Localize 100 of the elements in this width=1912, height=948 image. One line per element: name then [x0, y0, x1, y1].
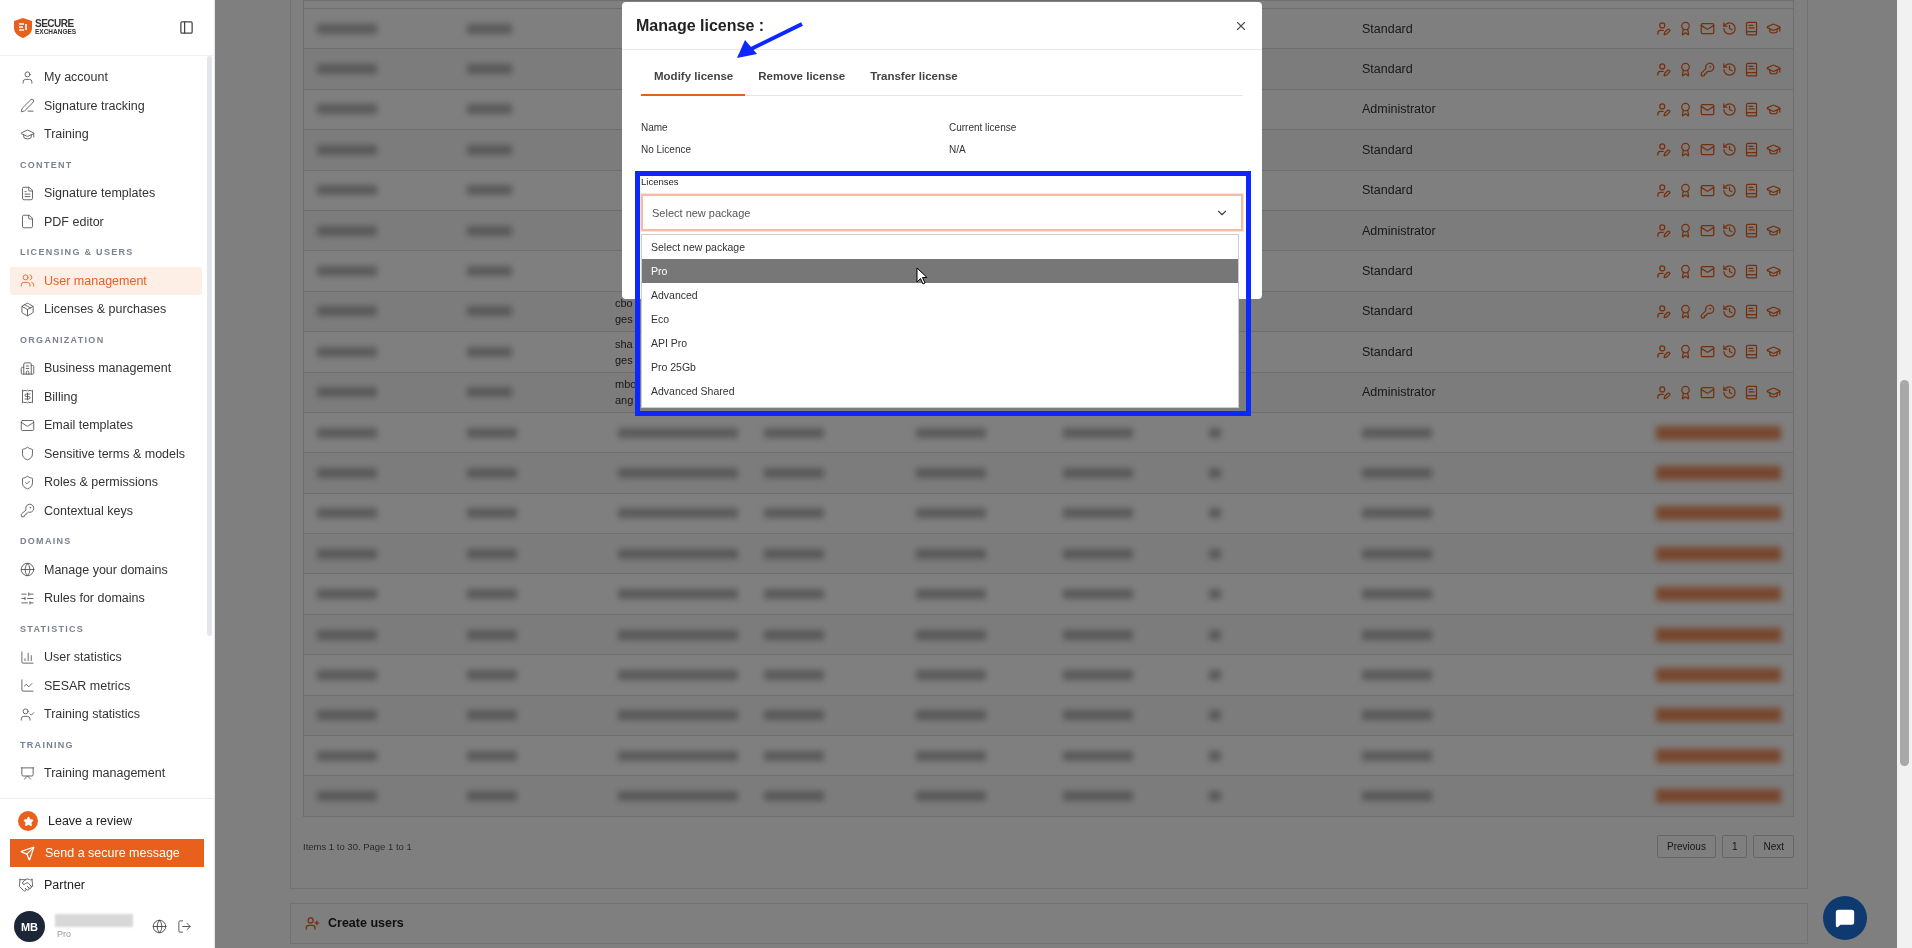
history-icon[interactable] [1722, 61, 1737, 77]
nav-item[interactable]: SESAR metrics [10, 671, 202, 700]
graduation-cap-icon[interactable] [1766, 263, 1781, 279]
nav-item[interactable]: Signature templates [10, 179, 202, 208]
nav-item[interactable]: User statistics [10, 643, 202, 672]
award-icon[interactable] [1678, 142, 1693, 158]
nav-item[interactable]: Signature tracking [10, 91, 202, 120]
mail-icon[interactable] [1700, 223, 1715, 239]
graduation-cap-icon[interactable] [1766, 303, 1781, 319]
mail-icon[interactable] [1700, 384, 1715, 400]
user-edit-icon[interactable] [1656, 101, 1671, 117]
license-select[interactable]: Select new package [641, 194, 1243, 231]
mail-icon[interactable] [1700, 182, 1715, 198]
nav-item[interactable]: PDF editor [10, 207, 202, 236]
user-edit-icon[interactable] [1656, 384, 1671, 400]
review-link[interactable]: Leave a review [10, 807, 204, 835]
tab[interactable]: Modify license [641, 58, 746, 96]
chat-icon [1835, 908, 1855, 928]
graduation-cap-icon[interactable] [1766, 384, 1781, 400]
user-edit-icon[interactable] [1656, 21, 1671, 37]
book-icon[interactable] [1744, 263, 1759, 279]
page-button[interactable]: Previous [1656, 834, 1716, 858]
tab[interactable]: Transfer license [857, 58, 970, 96]
mail-icon[interactable] [1700, 101, 1715, 117]
award-icon[interactable] [1678, 263, 1693, 279]
tab[interactable]: Remove license [745, 58, 858, 96]
history-icon[interactable] [1722, 182, 1737, 198]
user-edit-icon[interactable] [1656, 344, 1671, 360]
graduation-cap-icon[interactable] [1766, 142, 1781, 158]
graduation-cap-icon[interactable] [1766, 61, 1781, 77]
scrollbar[interactable] [1897, 0, 1912, 948]
nav-item[interactable]: Manage your domains [10, 555, 202, 584]
book-icon[interactable] [1744, 303, 1759, 319]
mail-icon[interactable] [1700, 142, 1715, 158]
book-icon[interactable] [1744, 61, 1759, 77]
nav-item[interactable]: Business management [10, 354, 202, 383]
history-icon[interactable] [1722, 223, 1737, 239]
nav-item[interactable]: Billing [10, 382, 202, 411]
role-cell-text: Standard [1362, 344, 1414, 359]
book-icon[interactable] [1744, 223, 1759, 239]
partner-link[interactable]: Partner [10, 871, 204, 899]
graduation-cap-icon[interactable] [1766, 344, 1781, 360]
user-edit-icon[interactable] [1656, 303, 1671, 319]
award-icon[interactable] [1678, 61, 1693, 77]
nav-item[interactable]: Contextual keys [10, 496, 202, 525]
award-icon[interactable] [1678, 344, 1693, 360]
scrollbar-thumb[interactable] [1900, 380, 1909, 766]
history-icon[interactable] [1722, 101, 1737, 117]
mail-icon[interactable] [1700, 21, 1715, 37]
graduation-cap-icon[interactable] [1766, 223, 1781, 239]
user-edit-icon[interactable] [1656, 61, 1671, 77]
section-title: STATISTICS [19, 622, 86, 636]
page-button[interactable]: 1 [1721, 834, 1748, 858]
nav-item[interactable]: Training [10, 120, 202, 149]
scrollbar[interactable] [207, 56, 212, 636]
book-icon[interactable] [1744, 182, 1759, 198]
history-icon[interactable] [1722, 142, 1737, 158]
book-icon[interactable] [1744, 101, 1759, 117]
page-button[interactable]: Next [1753, 834, 1794, 858]
history-icon[interactable] [1722, 303, 1737, 319]
user-edit-icon[interactable] [1656, 182, 1671, 198]
logout-icon[interactable] [177, 919, 192, 934]
sidebar-toggle-icon[interactable] [179, 20, 194, 35]
user-edit-icon[interactable] [1656, 263, 1671, 279]
graduation-cap-icon[interactable] [1766, 101, 1781, 117]
globe-icon[interactable] [152, 919, 167, 934]
section-title: DOMAINS [19, 535, 73, 548]
key-icon[interactable] [1700, 61, 1715, 77]
history-icon[interactable] [1722, 263, 1737, 279]
book-icon[interactable] [1744, 384, 1759, 400]
award-icon[interactable] [1678, 101, 1693, 117]
award-icon[interactable] [1678, 384, 1693, 400]
book-icon[interactable] [1744, 142, 1759, 158]
nav-item[interactable]: Email templates [10, 411, 202, 440]
nav-item[interactable]: Training management [10, 759, 202, 788]
history-icon[interactable] [1722, 21, 1737, 37]
award-icon[interactable] [1678, 303, 1693, 319]
book-icon[interactable] [1744, 21, 1759, 37]
graduation-cap-icon[interactable] [1766, 21, 1781, 37]
award-icon[interactable] [1678, 21, 1693, 37]
user-avatar[interactable]: MB [14, 911, 45, 942]
book-icon[interactable] [1744, 344, 1759, 360]
mail-icon [20, 417, 35, 433]
user-edit-icon[interactable] [1656, 142, 1671, 158]
award-icon[interactable] [1678, 223, 1693, 239]
nav-item[interactable]: Roles & permissions [10, 468, 202, 497]
history-icon[interactable] [1722, 344, 1737, 360]
user-edit-icon[interactable] [1656, 223, 1671, 239]
nav-item[interactable]: Rules for domains [10, 584, 202, 613]
nav-item[interactable]: My account [10, 63, 202, 92]
dropdown-option[interactable]: Pro [642, 259, 1238, 283]
history-icon[interactable] [1722, 384, 1737, 400]
mail-icon[interactable] [1700, 263, 1715, 279]
nav-item[interactable]: Sensitive terms & models [10, 439, 202, 468]
nav-item[interactable]: Licenses & purchases [10, 295, 202, 324]
award-icon[interactable] [1678, 182, 1693, 198]
nav-item[interactable]: Training statistics [10, 700, 202, 729]
graduation-cap-icon[interactable] [1766, 182, 1781, 198]
mail-icon[interactable] [1700, 344, 1715, 360]
key-icon[interactable] [1700, 303, 1715, 319]
